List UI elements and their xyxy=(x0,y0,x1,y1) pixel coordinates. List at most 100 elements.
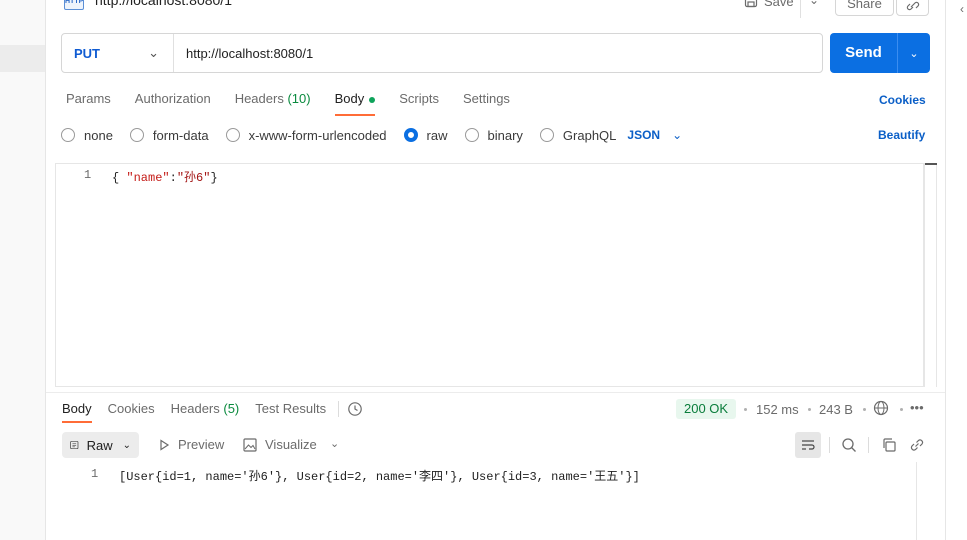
divider xyxy=(46,392,945,393)
radio-icon xyxy=(539,128,554,142)
image-icon xyxy=(243,437,257,452)
radio-raw[interactable]: raw xyxy=(403,127,448,143)
play-icon xyxy=(160,438,170,451)
radio-x-www-form-urlencoded[interactable]: x-www-form-urlencoded xyxy=(225,127,387,143)
visualize-button[interactable]: Visualize xyxy=(243,437,317,452)
response-text: [User{id=1, name='孙6'}, User{id=2, name=… xyxy=(119,470,640,484)
tab-body[interactable]: Body xyxy=(334,90,376,116)
response-time[interactable]: 152 ms xyxy=(756,402,799,417)
link-icon[interactable] xyxy=(909,437,925,456)
status-badge[interactable]: 200 OK xyxy=(676,399,737,419)
radio-none[interactable]: none xyxy=(61,128,113,143)
tab-response-body[interactable]: Body xyxy=(62,401,92,423)
radio-form-data[interactable]: form-data xyxy=(129,128,209,143)
json-value: "孙6" xyxy=(176,171,211,185)
share-button[interactable]: Share xyxy=(835,0,894,16)
view-mode-select[interactable]: Raw ⌄ xyxy=(62,432,139,458)
body-type-radio-group: none form-data x-www-form-urlencoded raw… xyxy=(61,126,682,144)
wrap-lines-button[interactable] xyxy=(795,432,821,458)
format-label: JSON xyxy=(627,128,661,142)
tab-label: Test Results xyxy=(255,401,327,416)
scrollbar-thumb[interactable] xyxy=(925,163,937,165)
save-icon xyxy=(744,0,758,8)
visualize-label: Visualize xyxy=(265,437,317,452)
save-label: Save xyxy=(764,0,794,9)
response-tabs: Body Cookies Headers (5) Test Results xyxy=(62,401,326,423)
radio-icon xyxy=(129,128,144,142)
tab-headers[interactable]: Headers (10) xyxy=(235,90,311,116)
tab-scripts[interactable]: Scripts xyxy=(399,90,439,116)
view-mode-label: Raw xyxy=(86,437,113,453)
separator-dot xyxy=(808,408,811,411)
request-tabs: Params Authorization Headers (10) Body S… xyxy=(66,90,510,116)
beautify-link[interactable]: Beautify xyxy=(878,128,925,142)
tab-label: Headers xyxy=(170,401,220,416)
radio-label: x-www-form-urlencoded xyxy=(248,127,387,143)
tab-label: Params xyxy=(66,91,111,106)
tab-test-results[interactable]: Test Results xyxy=(255,401,326,423)
divider xyxy=(338,401,339,417)
json-key: "name" xyxy=(126,171,170,185)
tab-response-headers[interactable]: Headers (5) xyxy=(171,401,240,423)
radio-graphql[interactable]: GraphQL xyxy=(539,128,616,143)
save-button[interactable]: Save xyxy=(744,0,794,10)
editor-scrollbar[interactable] xyxy=(924,163,937,387)
radio-checked-icon xyxy=(403,128,418,142)
request-body-editor[interactable]: 1 { "name":"孙6"} xyxy=(55,163,924,387)
radio-icon xyxy=(225,128,240,142)
copy-link-button[interactable] xyxy=(896,0,929,16)
response-body-viewer[interactable]: 1 [User{id=1, name='孙6'}, User{id=2, nam… xyxy=(46,462,916,540)
response-scrollbar[interactable] xyxy=(916,462,917,540)
http-request-icon: HTTP xyxy=(64,0,84,10)
separator-dot xyxy=(744,408,747,411)
tab-label: Cookies xyxy=(107,401,155,416)
request-title[interactable]: http://localhost:8080/1 xyxy=(95,0,232,8)
radio-label: binary xyxy=(487,127,523,143)
more-options-icon[interactable]: ••• xyxy=(910,400,924,415)
preview-label: Preview xyxy=(178,437,225,452)
code-token: } xyxy=(210,171,218,185)
tab-label: Settings xyxy=(462,91,510,106)
separator-dot xyxy=(863,408,866,411)
sidebar-selected-item[interactable] xyxy=(0,45,45,72)
raw-icon xyxy=(70,440,79,450)
history-icon[interactable] xyxy=(347,401,363,420)
code-token: { xyxy=(112,171,127,185)
radio-label: raw xyxy=(426,127,448,143)
divider xyxy=(800,0,801,18)
copy-icon[interactable] xyxy=(881,437,897,456)
tab-label: Scripts xyxy=(399,91,439,106)
preview-button[interactable]: Preview xyxy=(158,437,224,452)
tab-settings[interactable]: Settings xyxy=(463,90,510,116)
code-token: : xyxy=(169,171,177,185)
chevron-down-icon: ⌄ xyxy=(122,439,131,451)
left-sidebar xyxy=(0,0,46,540)
chevron-left-icon[interactable]: ‹ xyxy=(960,2,964,16)
globe-icon[interactable] xyxy=(873,400,889,419)
radio-binary[interactable]: binary xyxy=(464,127,523,143)
send-button[interactable]: Send ⌄ xyxy=(830,33,930,73)
url-input[interactable] xyxy=(174,34,822,72)
divider xyxy=(829,437,830,453)
cookies-link[interactable]: Cookies xyxy=(879,93,926,107)
response-size[interactable]: 243 B xyxy=(819,402,853,417)
save-options-chevron-icon[interactable]: ⌄ xyxy=(809,0,819,7)
separator-dot xyxy=(900,408,903,411)
tab-params[interactable]: Params xyxy=(66,90,111,116)
method-select[interactable]: PUT ⌄ xyxy=(62,34,174,72)
right-panel-edge: ‹ xyxy=(945,0,967,540)
send-label: Send xyxy=(830,33,898,73)
format-select[interactable]: JSON ⌄ xyxy=(627,128,682,142)
method-label: PUT xyxy=(74,45,100,61)
line-number: 1 xyxy=(91,467,99,481)
body-modified-dot-icon xyxy=(369,96,376,103)
search-icon[interactable] xyxy=(841,437,857,456)
headers-count-badge: (10) xyxy=(287,91,311,106)
tab-authorization[interactable]: Authorization xyxy=(135,90,211,116)
send-options-chevron-icon[interactable]: ⌄ xyxy=(898,33,930,73)
tab-label: Body xyxy=(334,91,365,106)
divider xyxy=(868,437,869,453)
tab-response-cookies[interactable]: Cookies xyxy=(108,401,155,423)
headers-count-badge: (5) xyxy=(223,401,240,416)
chevron-down-icon[interactable]: ⌄ xyxy=(330,437,339,450)
